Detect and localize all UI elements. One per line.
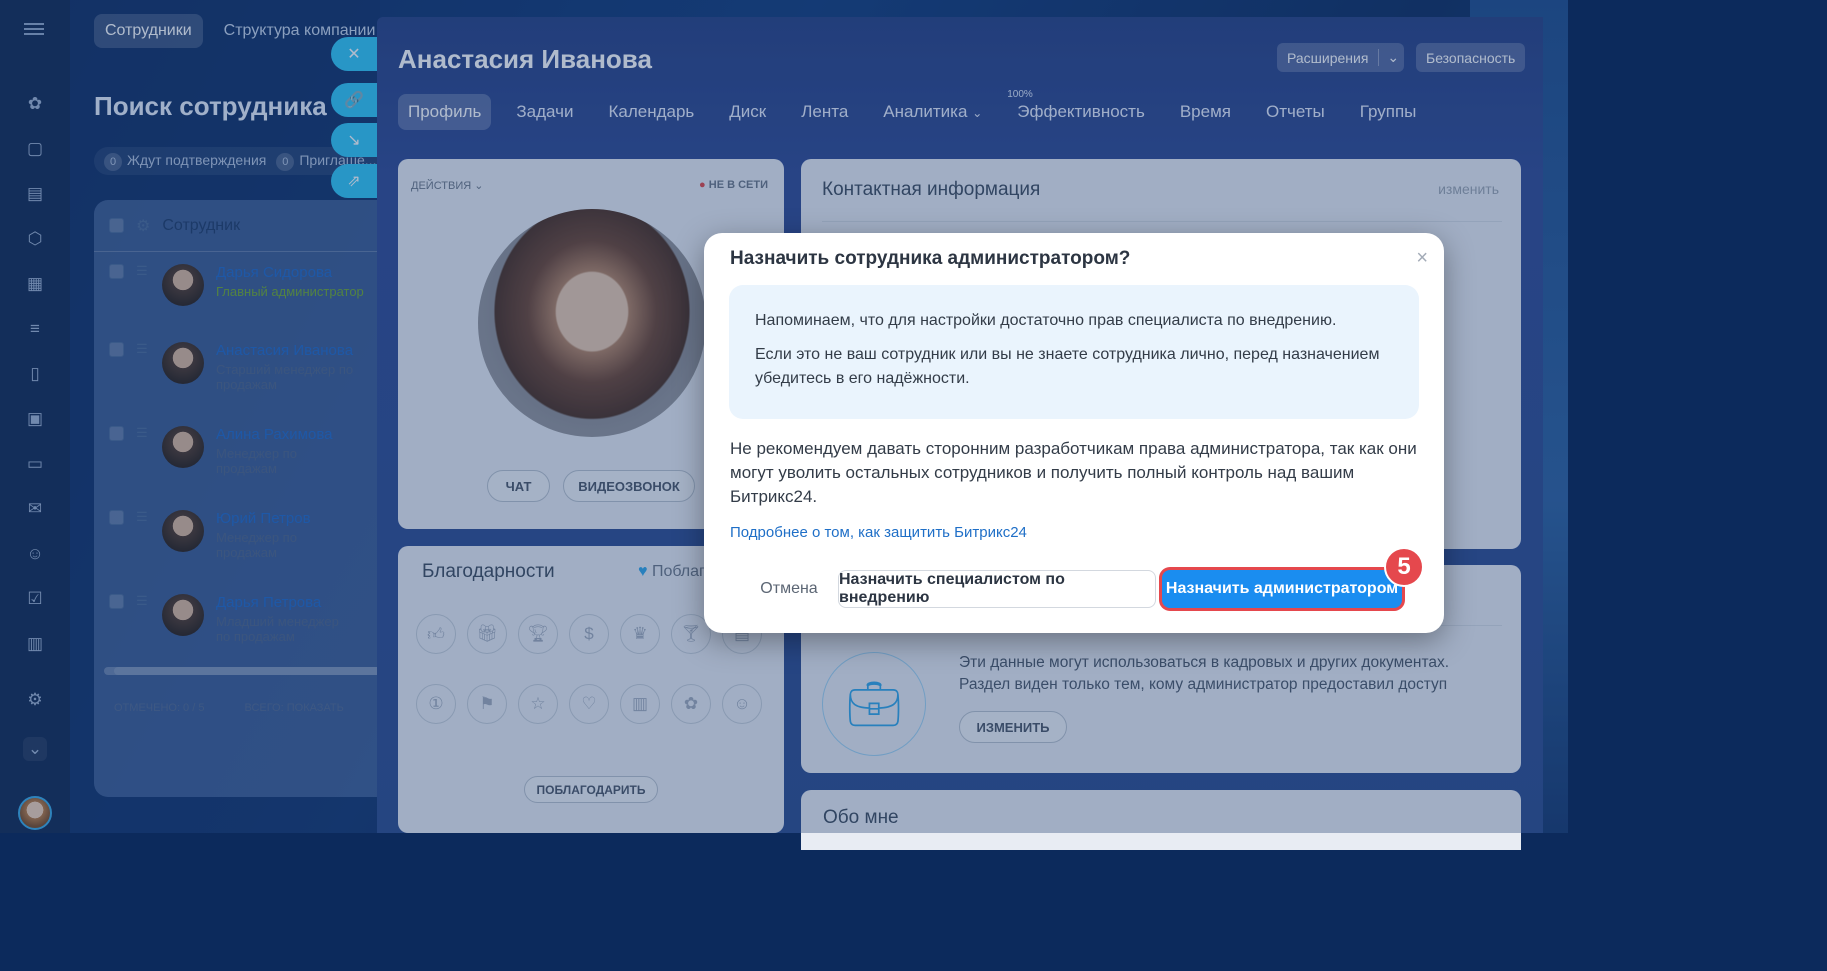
assign-admin-button[interactable]: Назначить администратором <box>1162 570 1402 608</box>
info-box: Напоминаем, что для настройки достаточно… <box>729 285 1419 419</box>
info-text-2: Если это не ваш сотрудник или вы не знае… <box>755 346 1380 387</box>
cancel-button[interactable]: Отмена <box>744 570 834 608</box>
assign-specialist-button[interactable]: Назначить специалистом по внедрению <box>838 570 1156 608</box>
info-text-1: Напоминаем, что для настройки достаточно… <box>755 312 1337 329</box>
assign-admin-dialog: Назначить сотрудника администратором? × … <box>704 233 1444 633</box>
step-badge: 5 <box>1384 547 1424 587</box>
dialog-title: Назначить сотрудника администратором? <box>730 248 1131 269</box>
security-help-link[interactable]: Подробнее о том, как защитить Битрикс24 <box>730 524 1027 541</box>
warning-text: Не рекомендуем давать сторонним разработ… <box>730 439 1417 506</box>
close-icon[interactable]: × <box>1416 247 1428 270</box>
